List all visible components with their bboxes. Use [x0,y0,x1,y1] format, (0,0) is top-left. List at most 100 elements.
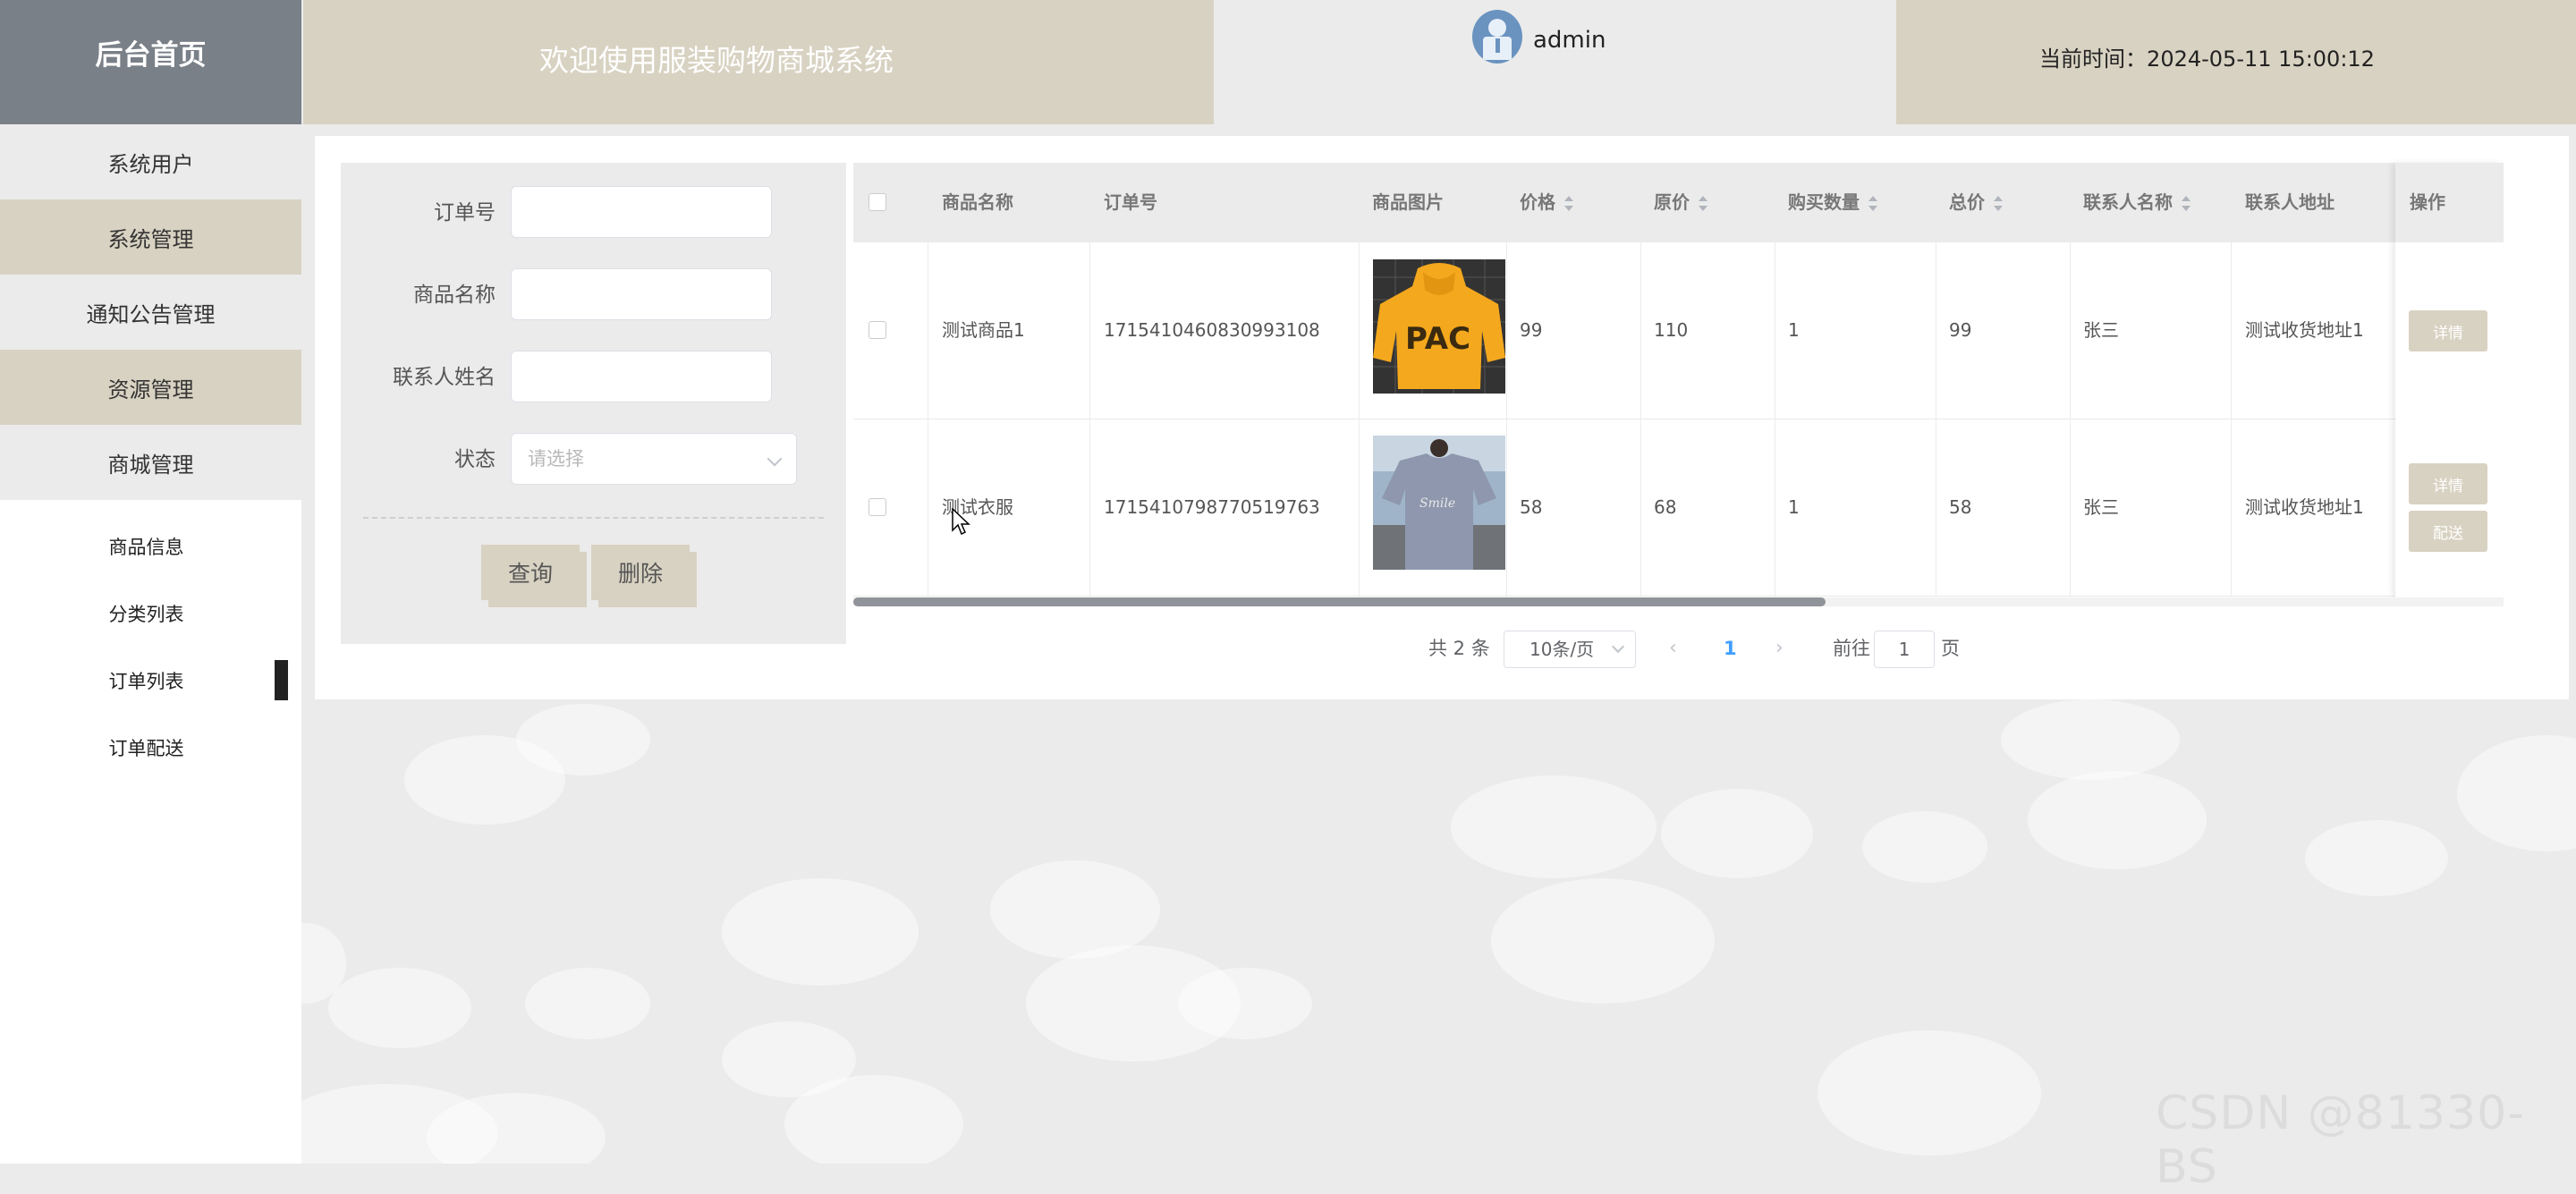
sidebar-item-notice-management[interactable]: 通知公告管理 [0,275,301,350]
watermark: CSDN @81330-BS [2156,1087,2525,1194]
select-all-checkbox[interactable] [869,193,886,211]
col-total[interactable]: 总价 [1949,163,2003,242]
sidebar-item-system-users[interactable]: 系统用户 [0,124,301,199]
delivery-button[interactable]: 配送 [2409,511,2487,552]
scrollbar-thumb[interactable] [853,597,1826,606]
col-contact-name[interactable]: 联系人名称 [2083,163,2190,242]
col-product-name: 商品名称 [942,191,1013,213]
sidebar-subitem-category-list[interactable]: 分类列表 [0,580,301,647]
next-page-icon[interactable]: › [1775,629,1784,668]
logo-text: 后台首页 [95,39,207,72]
cell-contact-name: 张三 [2083,496,2119,518]
col-product-image: 商品图片 [1372,191,1444,213]
sidebar-subitem-order-list[interactable]: 订单列表 [0,647,301,714]
product-name-row: 商品名称 [341,268,846,322]
col-price[interactable]: 价格 [1520,163,1573,242]
status-placeholder: 请选择 [528,448,584,470]
sort-icon[interactable] [1699,195,1707,213]
cell-original-price: 110 [1654,319,1689,341]
page-size-select[interactable]: 10条/页 [1504,631,1636,668]
sidebar-subitem-order-delivery[interactable]: 订单配送 [0,714,301,781]
sidebar-item-resource-management[interactable]: 资源管理 [0,350,301,425]
sidebar-subitem-label: 订单列表 [108,670,184,692]
mouse-cursor-icon [952,508,970,536]
status-label: 状态 [454,448,496,471]
pagination-total: 共 2 条 [1428,638,1490,659]
row-checkbox[interactable] [869,321,886,339]
table-header: 商品名称 订单号 商品图片 价格 原价 购买数量 总价 联系人名称 联系人地址 [853,163,2504,243]
cell-order-no: 1715410798770519763 [1104,496,1320,518]
delete-button[interactable]: 删除 [591,545,690,600]
cell-contact-address: 测试收货地址1 [2245,319,2364,341]
status-select[interactable]: 请选择 [511,433,797,485]
cell-total: 99 [1949,319,1972,341]
sidebar-subitem-product-info[interactable]: 商品信息 [0,512,301,580]
search-form: 订单号 商品名称 联系人姓名 状态 请选择 查询 删除 [341,163,846,644]
current-time-text: 当前时间：2024-05-11 15:00:12 [2039,47,2375,72]
page-size-value: 10条/页 [1530,639,1595,660]
contact-name-input[interactable] [511,351,772,402]
cell-contact-address: 测试收货地址1 [2245,496,2364,518]
cell-product-name: 测试商品1 [942,319,1025,341]
sort-icon[interactable] [1868,195,1877,213]
product-name-label: 商品名称 [413,284,496,307]
product-name-input[interactable] [511,268,772,320]
cell-total: 58 [1949,496,1972,518]
sort-icon[interactable] [2182,195,2190,213]
horizontal-scrollbar[interactable] [853,597,2504,606]
prev-page-icon[interactable]: ‹ [1669,629,1677,668]
table-row: 测试衣服 1715410798770519763 58 68 1 58 张三 测… [853,419,2504,597]
svg-text:PAC: PAC [1405,321,1470,357]
username[interactable]: admin [1533,27,1606,54]
table-row: 测试商品1 1715410460830993108 99 110 1 99 张三… [853,242,2504,419]
sidebar: 系统用户 系统管理 通知公告管理 资源管理 商城管理 商品信息 分类列表 订单列… [0,124,301,1164]
col-original-price[interactable]: 原价 [1654,163,1707,242]
contact-name-label: 联系人姓名 [393,366,496,389]
col-price-label: 价格 [1520,191,1555,213]
active-indicator [275,660,288,700]
col-total-label: 总价 [1949,191,1985,213]
yellow-hoodie-image: PAC [1373,259,1505,394]
row-checkbox[interactable] [869,498,886,516]
order-no-input[interactable] [511,186,772,238]
page-suffix: 页 [1941,638,1960,659]
admin-home-logo[interactable]: 后台首页 [0,0,301,124]
col-operations: 操作 [2395,163,2504,242]
product-image[interactable]: PAC [1373,259,1505,394]
sort-icon[interactable] [1994,195,2003,213]
operations-column: 操作 详情 详情 配送 [2395,163,2504,597]
sidebar-subitem-label: 商品信息 [108,536,184,558]
cell-quantity: 1 [1788,496,1800,518]
current-page[interactable]: 1 [1724,629,1737,668]
order-no-label: 订单号 [434,201,496,224]
chevron-down-icon [1611,639,1625,654]
sidebar-subitem-label: 订单配送 [108,737,184,759]
avatar[interactable] [1472,10,1522,64]
query-button[interactable]: 查询 [481,545,580,600]
grey-tshirt-image: Smile [1373,436,1505,570]
welcome-text: 欢迎使用服装购物商城系统 [539,42,894,78]
current-time: 当前时间：2024-05-11 15:00:12 [1896,0,2576,124]
goto-page-input[interactable]: 1 [1874,631,1935,668]
col-contact-address: 联系人地址 [2245,191,2334,213]
goto-label: 前往 [1833,638,1870,659]
col-order-no: 订单号 [1104,191,1157,213]
sort-icon[interactable] [1564,195,1573,213]
col-contact-name-label: 联系人名称 [2083,191,2173,213]
col-quantity[interactable]: 购买数量 [1788,163,1877,242]
cell-original-price: 68 [1654,496,1677,518]
cell-order-no: 1715410460830993108 [1104,319,1320,341]
col-quantity-label: 购买数量 [1788,191,1860,213]
user-area: admin [1214,0,1896,124]
contact-name-row: 联系人姓名 [341,351,846,404]
cell-price: 99 [1520,319,1543,341]
sidebar-item-mall-management[interactable]: 商城管理 [0,425,301,500]
col-original-price-label: 原价 [1654,191,1690,213]
cell-price: 58 [1520,496,1543,518]
sidebar-item-system-management[interactable]: 系统管理 [0,199,301,275]
detail-button[interactable]: 详情 [2409,310,2487,351]
detail-button[interactable]: 详情 [2409,463,2487,504]
cell-contact-name: 张三 [2083,319,2119,341]
product-image[interactable]: Smile [1373,436,1505,570]
status-row: 状态 请选择 [341,433,846,487]
